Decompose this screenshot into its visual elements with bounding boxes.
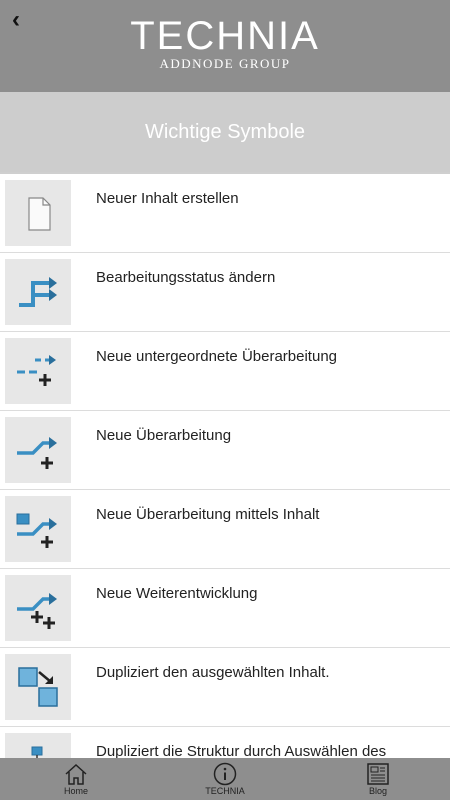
list-item-label: Neue Überarbeitung xyxy=(96,427,232,444)
list-item[interactable]: Neue untergeordnete Überarbeitung xyxy=(0,332,450,411)
tab-blog[interactable]: Blog xyxy=(318,758,438,800)
list-item-label: Bearbeitungsstatus ändern xyxy=(96,269,276,286)
new-sub-revision-icon xyxy=(5,338,71,404)
list-item[interactable]: Bearbeitungsstatus ändern xyxy=(0,253,450,332)
new-evolution-icon xyxy=(5,575,71,641)
newspaper-icon xyxy=(367,763,389,785)
list-item[interactable]: Dupliziert die Struktur durch Auswählen … xyxy=(0,727,450,758)
duplicate-selected-icon xyxy=(5,654,71,720)
tab-technia[interactable]: TECHNIA xyxy=(165,758,285,800)
list-item[interactable]: Neue Überarbeitung mittels Inhalt xyxy=(0,490,450,569)
list-item-label: Neuer Inhalt erstellen xyxy=(96,190,239,207)
tab-label: Home xyxy=(63,786,88,796)
list-item[interactable]: Dupliziert den ausgewählten Inhalt. xyxy=(0,648,450,727)
home-icon xyxy=(65,763,87,785)
change-status-icon xyxy=(5,259,71,325)
tab-home[interactable]: Home xyxy=(16,758,136,800)
symbol-list: Neuer Inhalt erstellen Bearbeitungsstatu… xyxy=(0,172,450,758)
new-revision-icon xyxy=(5,417,71,483)
list-item[interactable]: Neue Weiterentwicklung xyxy=(0,569,450,648)
new-revision-from-content-icon xyxy=(5,496,71,562)
duplicate-structure-icon xyxy=(5,733,71,758)
list-item-label: Dupliziert die Struktur durch Auswählen … xyxy=(96,743,387,758)
app-header: ‹ TECHNIA ADDNODE GROUP xyxy=(0,0,450,92)
list-item-label: Dupliziert den ausgewählten Inhalt. xyxy=(96,664,330,681)
list-item-label: Neue untergeordnete Überarbeitung xyxy=(96,348,338,365)
logo-title: TECHNIA xyxy=(130,14,320,58)
list-item[interactable]: Neuer Inhalt erstellen xyxy=(0,172,450,253)
list-item-label: Neue Weiterentwicklung xyxy=(96,585,258,602)
list-item-label: Neue Überarbeitung mittels Inhalt xyxy=(96,506,320,523)
tab-label: TECHNIA xyxy=(205,786,245,796)
list-item[interactable]: Neue Überarbeitung xyxy=(0,411,450,490)
tab-label: Blog xyxy=(368,786,387,796)
logo-subtitle: ADDNODE GROUP xyxy=(159,56,291,71)
page-title: Wichtige Symbole xyxy=(0,92,450,172)
bottom-tab-bar: Home TECHNIA Blog xyxy=(0,758,450,800)
new-document-icon xyxy=(5,180,71,246)
info-icon xyxy=(213,762,237,786)
